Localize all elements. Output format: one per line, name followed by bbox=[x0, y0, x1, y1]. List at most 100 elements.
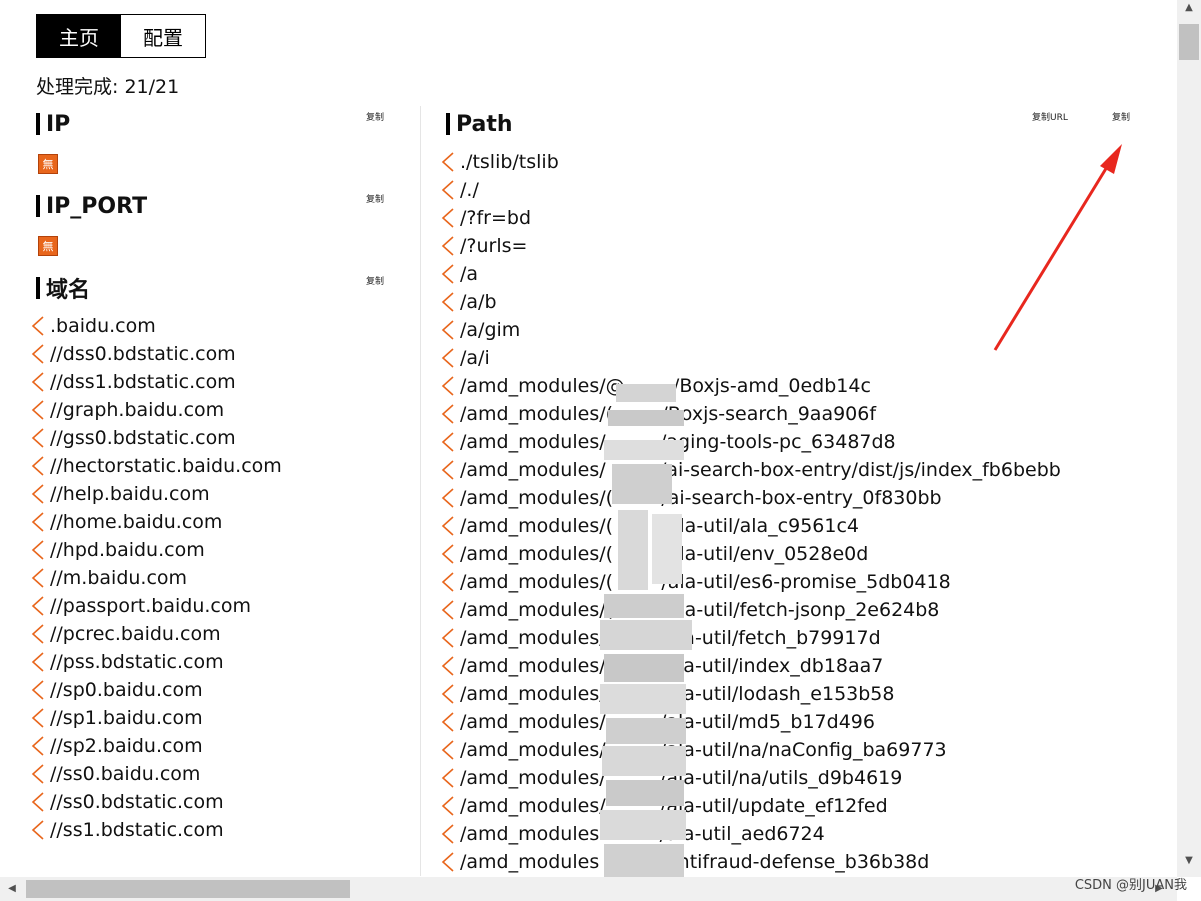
vertical-scrollbar[interactable]: ▲ ▼ bbox=[1177, 0, 1201, 877]
domain-item-text: //pcrec.baidu.com bbox=[50, 623, 221, 645]
chevron-left-icon[interactable] bbox=[440, 739, 456, 761]
chevron-left-icon[interactable] bbox=[440, 431, 456, 453]
chevron-left-icon[interactable] bbox=[30, 511, 46, 533]
chevron-left-icon[interactable] bbox=[440, 515, 456, 537]
domain-item-text: //gss0.bdstatic.com bbox=[50, 427, 236, 449]
scroll-left-arrow-icon[interactable]: ◀ bbox=[2, 877, 22, 901]
section-title-path: Path bbox=[456, 111, 513, 137]
chevron-left-icon[interactable] bbox=[30, 763, 46, 785]
path-item-text: /amd_modules/( /ala-util/env_0528e0d bbox=[460, 543, 869, 565]
chevron-left-icon[interactable] bbox=[30, 735, 46, 757]
domain-item-text: //ss0.baidu.com bbox=[50, 763, 201, 785]
path-item: /?urls= bbox=[440, 232, 1140, 260]
tab-home[interactable]: 主页 bbox=[37, 15, 121, 57]
chevron-left-icon[interactable] bbox=[30, 707, 46, 729]
domain-item: //ss0.baidu.com bbox=[30, 760, 400, 788]
section-title-ip-port: IP_PORT bbox=[46, 193, 148, 219]
section-domain: 域名 复制 bbox=[30, 270, 400, 306]
chevron-left-icon[interactable] bbox=[440, 347, 456, 369]
chevron-left-icon[interactable] bbox=[440, 767, 456, 789]
chevron-left-icon[interactable] bbox=[440, 627, 456, 649]
copy-ip-button[interactable]: 复制 bbox=[366, 110, 384, 123]
path-item: /?fr=bd bbox=[440, 204, 1140, 232]
domain-item-text: //dss1.bdstatic.com bbox=[50, 371, 236, 393]
domain-item: //help.baidu.com bbox=[30, 480, 400, 508]
chevron-left-icon[interactable] bbox=[440, 319, 456, 341]
path-list: ./tslib/tslib /./ /?fr=bd /?urls= /a/a/b/a/g… bbox=[440, 148, 1140, 876]
chevron-left-icon[interactable] bbox=[440, 543, 456, 565]
domain-item: //sp2.baidu.com bbox=[30, 732, 400, 760]
domain-item: //m.baidu.com bbox=[30, 564, 400, 592]
chevron-left-icon[interactable] bbox=[30, 791, 46, 813]
domain-item-text: //sp0.baidu.com bbox=[50, 679, 203, 701]
chevron-left-icon[interactable] bbox=[30, 399, 46, 421]
tab-config[interactable]: 配置 bbox=[121, 15, 205, 57]
chevron-left-icon[interactable] bbox=[440, 487, 456, 509]
chevron-left-icon[interactable] bbox=[30, 567, 46, 589]
domain-item-text: //hectorstatic.baidu.com bbox=[50, 455, 282, 477]
path-item: /amd_modules/ /ala-util/lodash_e153b58 bbox=[440, 680, 1140, 708]
chevron-left-icon[interactable] bbox=[30, 679, 46, 701]
path-item-text: /amd_modules /antifraud-defense_b36b38d bbox=[460, 851, 930, 873]
chevron-left-icon[interactable] bbox=[440, 263, 456, 285]
chevron-left-icon[interactable] bbox=[30, 595, 46, 617]
chevron-left-icon[interactable] bbox=[440, 403, 456, 425]
chevron-left-icon[interactable] bbox=[440, 711, 456, 733]
chevron-left-icon[interactable] bbox=[30, 539, 46, 561]
section-title-ip: IP bbox=[46, 111, 71, 137]
path-item: /amd_modules/ /ala-util/na/naConfig_ba69… bbox=[440, 736, 1140, 764]
chevron-left-icon[interactable] bbox=[440, 823, 456, 845]
path-item: /amd_modules/ /ala-util/na/utils_d9b4619 bbox=[440, 764, 1140, 792]
chevron-left-icon[interactable] bbox=[440, 655, 456, 677]
path-item-text: /amd_modules/ /ai-search-box-entry/dist/… bbox=[460, 459, 1061, 481]
chevron-left-icon[interactable] bbox=[440, 599, 456, 621]
chevron-left-icon[interactable] bbox=[30, 623, 46, 645]
chevron-left-icon[interactable] bbox=[30, 651, 46, 673]
copy-ip-port-button[interactable]: 复制 bbox=[366, 192, 384, 205]
scroll-up-arrow-icon[interactable]: ▲ bbox=[1177, 2, 1201, 22]
chevron-left-icon[interactable] bbox=[440, 571, 456, 593]
horizontal-scrollbar[interactable]: ◀ ▶ bbox=[0, 877, 1177, 901]
chevron-left-icon[interactable] bbox=[30, 371, 46, 393]
scroll-down-arrow-icon[interactable]: ▼ bbox=[1177, 855, 1201, 875]
chevron-left-icon[interactable] bbox=[30, 819, 46, 841]
chevron-left-icon[interactable] bbox=[440, 375, 456, 397]
path-item-text: /amd_modules/ /ala-util/md5_b17d496 bbox=[460, 711, 875, 733]
chevron-left-icon[interactable] bbox=[30, 483, 46, 505]
copy-url-button[interactable]: 复制URL bbox=[1032, 110, 1068, 123]
chevron-left-icon[interactable] bbox=[440, 207, 456, 229]
empty-icon: 無 bbox=[38, 154, 58, 174]
domain-item: //graph.baidu.com bbox=[30, 396, 400, 424]
chevron-left-icon[interactable] bbox=[30, 455, 46, 477]
copy-domain-button[interactable]: 复制 bbox=[366, 274, 384, 287]
vertical-scroll-thumb[interactable] bbox=[1179, 24, 1199, 60]
chevron-left-icon[interactable] bbox=[440, 291, 456, 313]
domain-item: //sp0.baidu.com bbox=[30, 676, 400, 704]
path-item-text: /?fr=bd bbox=[460, 207, 532, 229]
section-ip: IP 复制 bbox=[30, 106, 400, 142]
domain-item-text: //dss0.bdstatic.com bbox=[50, 343, 236, 365]
chevron-left-icon[interactable] bbox=[440, 459, 456, 481]
chevron-left-icon[interactable] bbox=[30, 427, 46, 449]
chevron-left-icon[interactable] bbox=[440, 235, 456, 257]
chevron-left-icon[interactable] bbox=[30, 315, 46, 337]
domain-item: //hectorstatic.baidu.com bbox=[30, 452, 400, 480]
path-item: /amd_modules/( /ala-util/ala_c9561c4 bbox=[440, 512, 1140, 540]
path-item-text: /amd_modules/ /ala-util/na/naConfig_ba69… bbox=[460, 739, 947, 761]
domain-item: //pss.bdstatic.com bbox=[30, 648, 400, 676]
chevron-left-icon[interactable] bbox=[440, 795, 456, 817]
copy-path-button[interactable]: 复制 bbox=[1112, 110, 1130, 123]
chevron-left-icon[interactable] bbox=[440, 851, 456, 873]
path-item: /amd_modules/ /aging-tools-pc_63487d8 bbox=[440, 428, 1140, 456]
chevron-left-icon[interactable] bbox=[440, 151, 456, 173]
horizontal-scroll-thumb[interactable] bbox=[26, 880, 350, 898]
domain-item-text: //sp1.baidu.com bbox=[50, 707, 203, 729]
path-item-text: /amd_modules/ /ala-util/fetch_b79917d bbox=[460, 627, 881, 649]
domain-item-text: //ss1.bdstatic.com bbox=[50, 819, 224, 841]
path-item-text: /./ bbox=[460, 179, 479, 201]
domain-item: //home.baidu.com bbox=[30, 508, 400, 536]
chevron-left-icon[interactable] bbox=[440, 683, 456, 705]
chevron-left-icon[interactable] bbox=[440, 179, 456, 201]
path-item-text: /a/gim bbox=[460, 319, 521, 341]
chevron-left-icon[interactable] bbox=[30, 343, 46, 365]
